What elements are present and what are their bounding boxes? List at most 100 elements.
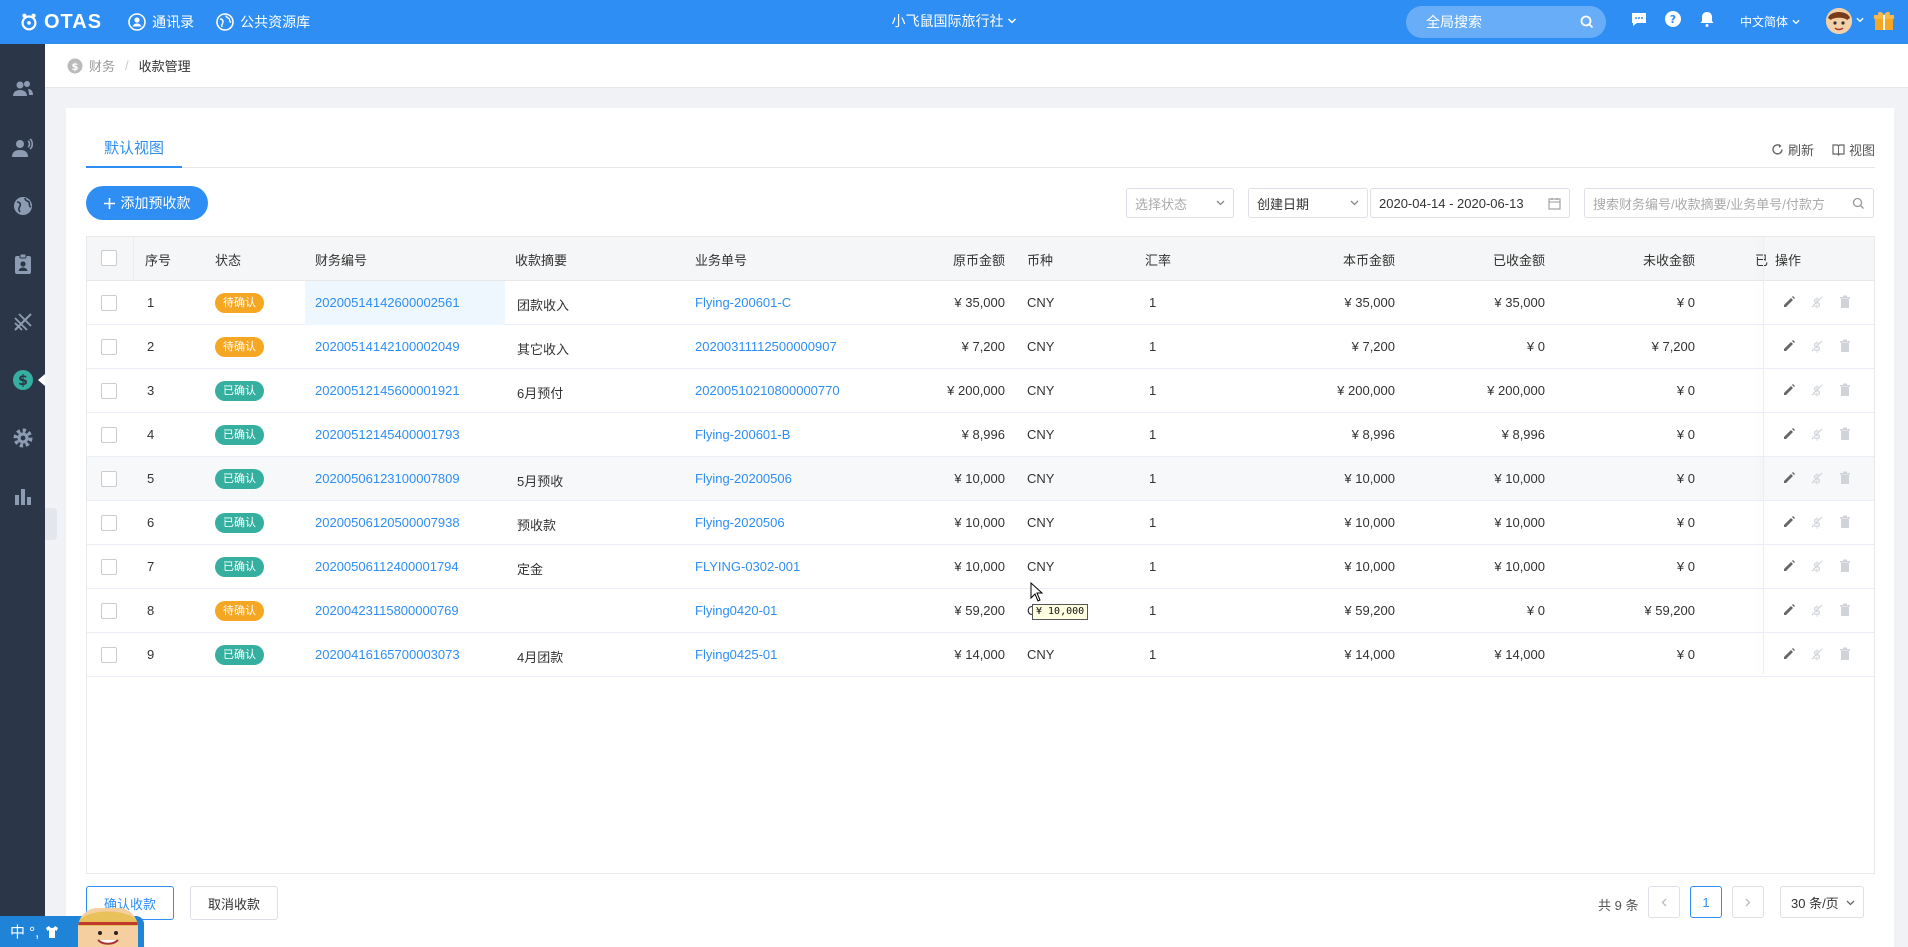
delete-icon[interactable]: [1837, 470, 1853, 486]
status-select[interactable]: 选择状态: [1126, 188, 1234, 218]
table-row[interactable]: 已确认 7 20200506112400001794 定金 FLYING-0302-00…: [87, 545, 1874, 589]
payment-icon[interactable]: $: [1809, 426, 1825, 443]
cell-biz-no[interactable]: Flying0425-01: [695, 647, 777, 662]
delete-icon[interactable]: [1837, 294, 1853, 310]
edit-icon[interactable]: [1781, 646, 1797, 662]
cell-biz-no[interactable]: Flying-200601-B: [695, 427, 790, 442]
cell-fin-no[interactable]: 20200506112400001794: [315, 559, 459, 574]
page-size-select[interactable]: 30 条/页: [1780, 886, 1864, 918]
payment-icon[interactable]: $: [1809, 646, 1825, 663]
row-checkbox[interactable]: [101, 471, 117, 487]
row-checkbox[interactable]: [101, 647, 117, 663]
date-type-select[interactable]: 创建日期: [1248, 188, 1368, 218]
cell-biz-no[interactable]: Flying-20200506: [695, 471, 792, 486]
sidebar-item-orders[interactable]: [0, 244, 45, 284]
search-icon[interactable]: [1580, 15, 1594, 29]
sidebar-item-resources[interactable]: [0, 186, 45, 226]
table-row[interactable]: 已确认 3 20200512145600001921 6月预付 202005102108…: [87, 369, 1874, 413]
public-resources-link[interactable]: 公共资源库: [216, 12, 310, 32]
table-row[interactable]: 已确认 4 20200512145400001793 Flying-200601-B ¥…: [87, 413, 1874, 457]
cell-fin-no[interactable]: 20200506123100007809: [315, 471, 460, 486]
next-page-button[interactable]: [1732, 886, 1764, 918]
delete-icon[interactable]: [1837, 558, 1853, 574]
table-row[interactable]: 待确认 2 20200514142100002049 其它收入 202003111125…: [87, 325, 1874, 369]
edit-icon[interactable]: [1781, 602, 1797, 618]
row-checkbox[interactable]: [101, 427, 117, 443]
payment-icon[interactable]: $: [1809, 294, 1825, 311]
sidebar-item-finance[interactable]: $: [0, 360, 45, 400]
payment-icon[interactable]: $: [1809, 558, 1825, 575]
search-icon[interactable]: [1852, 197, 1865, 210]
page-number-1[interactable]: 1: [1690, 886, 1722, 918]
help-icon[interactable]: ?: [1664, 10, 1682, 28]
add-prepayment-button[interactable]: 添加预收款: [86, 186, 208, 220]
cell-fin-no[interactable]: 20200512145600001921: [315, 383, 460, 398]
sidebar-item-settings[interactable]: [0, 418, 45, 458]
chevron-down-icon[interactable]: [1856, 16, 1864, 24]
company-switcher[interactable]: 小飞鼠国际旅行社: [892, 11, 1017, 31]
select-all-checkbox[interactable]: [101, 250, 117, 266]
row-checkbox[interactable]: [101, 515, 117, 531]
contacts-link[interactable]: 通讯录: [128, 12, 194, 32]
payment-icon[interactable]: $: [1809, 338, 1825, 355]
cell-fin-no[interactable]: 20200514142100002049: [315, 339, 460, 354]
logo[interactable]: OTAS: [18, 11, 102, 34]
ime-toolbar[interactable]: 中 °,: [0, 908, 144, 947]
payment-icon[interactable]: $: [1809, 514, 1825, 531]
table-row[interactable]: 已确认 5 20200506123100007809 5月预收 Flying-20200…: [87, 457, 1874, 501]
sidebar-item-reports[interactable]: [0, 476, 45, 516]
date-range-picker[interactable]: 2020-04-14 - 2020-06-13: [1370, 188, 1570, 218]
delete-icon[interactable]: [1837, 426, 1853, 442]
cell-biz-no[interactable]: FLYING-0302-001: [695, 559, 800, 574]
edit-icon[interactable]: [1781, 426, 1797, 442]
cell-biz-no[interactable]: Flying-2020506: [695, 515, 785, 530]
prev-page-button[interactable]: [1648, 886, 1680, 918]
table-row[interactable]: 已确认 9 20200416165700003073 4月团款 Flying0425-0…: [87, 633, 1874, 677]
cancel-receipt-button[interactable]: 取消收款: [190, 886, 278, 920]
cell-fin-no[interactable]: 20200423115800000769: [315, 603, 459, 618]
sidebar-item-operations[interactable]: [0, 302, 45, 342]
edit-icon[interactable]: [1781, 294, 1797, 310]
delete-icon[interactable]: [1837, 382, 1853, 398]
row-checkbox[interactable]: [101, 603, 117, 619]
breadcrumb-parent[interactable]: 财务: [89, 56, 115, 75]
row-checkbox[interactable]: [101, 339, 117, 355]
sidebar-collapse-handle[interactable]: [45, 508, 57, 540]
view-button[interactable]: 视图: [1832, 140, 1875, 159]
edit-icon[interactable]: [1781, 382, 1797, 398]
gift-icon[interactable]: [1872, 9, 1896, 33]
sidebar-item-customers[interactable]: [0, 69, 45, 109]
payment-icon[interactable]: $: [1809, 602, 1825, 619]
row-checkbox[interactable]: [101, 295, 117, 311]
message-icon[interactable]: [1630, 10, 1648, 28]
cell-biz-no[interactable]: Flying-200601-C: [695, 295, 791, 310]
sidebar-item-contacts[interactable]: [0, 128, 45, 168]
avatar[interactable]: [1826, 8, 1852, 34]
language-switcher[interactable]: 中文简体: [1740, 13, 1800, 30]
bell-icon[interactable]: [1698, 10, 1716, 28]
payment-icon[interactable]: $: [1809, 382, 1825, 399]
edit-icon[interactable]: [1781, 470, 1797, 486]
cell-fin-no[interactable]: 20200416165700003073: [315, 647, 460, 662]
tab-default-view[interactable]: 默认视图: [86, 138, 182, 168]
delete-icon[interactable]: [1837, 338, 1853, 354]
edit-icon[interactable]: [1781, 514, 1797, 530]
delete-icon[interactable]: [1837, 514, 1853, 530]
search-input[interactable]: 搜索财务编号/收款摘要/业务单号/付款方: [1584, 188, 1874, 218]
table-row[interactable]: 待确认 1 20200514142600002561 团款收入 Flying-20060…: [87, 281, 1874, 325]
row-checkbox[interactable]: [101, 383, 117, 399]
table-row[interactable]: 已确认 6 20200506120500007938 预收款 Flying-202050…: [87, 501, 1874, 545]
cell-biz-no[interactable]: 20200510210800000770: [695, 383, 840, 398]
edit-icon[interactable]: [1781, 558, 1797, 574]
refresh-button[interactable]: 刷新: [1771, 140, 1814, 159]
row-checkbox[interactable]: [101, 559, 117, 575]
cell-fin-no[interactable]: 20200514142600002561: [315, 295, 460, 310]
table-row[interactable]: 待确认 8 20200423115800000769 Flying0420-01 ¥ 5…: [87, 589, 1874, 633]
delete-icon[interactable]: [1837, 646, 1853, 662]
payment-icon[interactable]: $: [1809, 470, 1825, 487]
cell-fin-no[interactable]: 20200512145400001793: [315, 427, 460, 442]
edit-icon[interactable]: [1781, 338, 1797, 354]
cell-biz-no[interactable]: 20200311112500000907: [695, 339, 837, 354]
cell-biz-no[interactable]: Flying0420-01: [695, 603, 777, 618]
global-search-input[interactable]: 全局搜索: [1406, 6, 1606, 38]
